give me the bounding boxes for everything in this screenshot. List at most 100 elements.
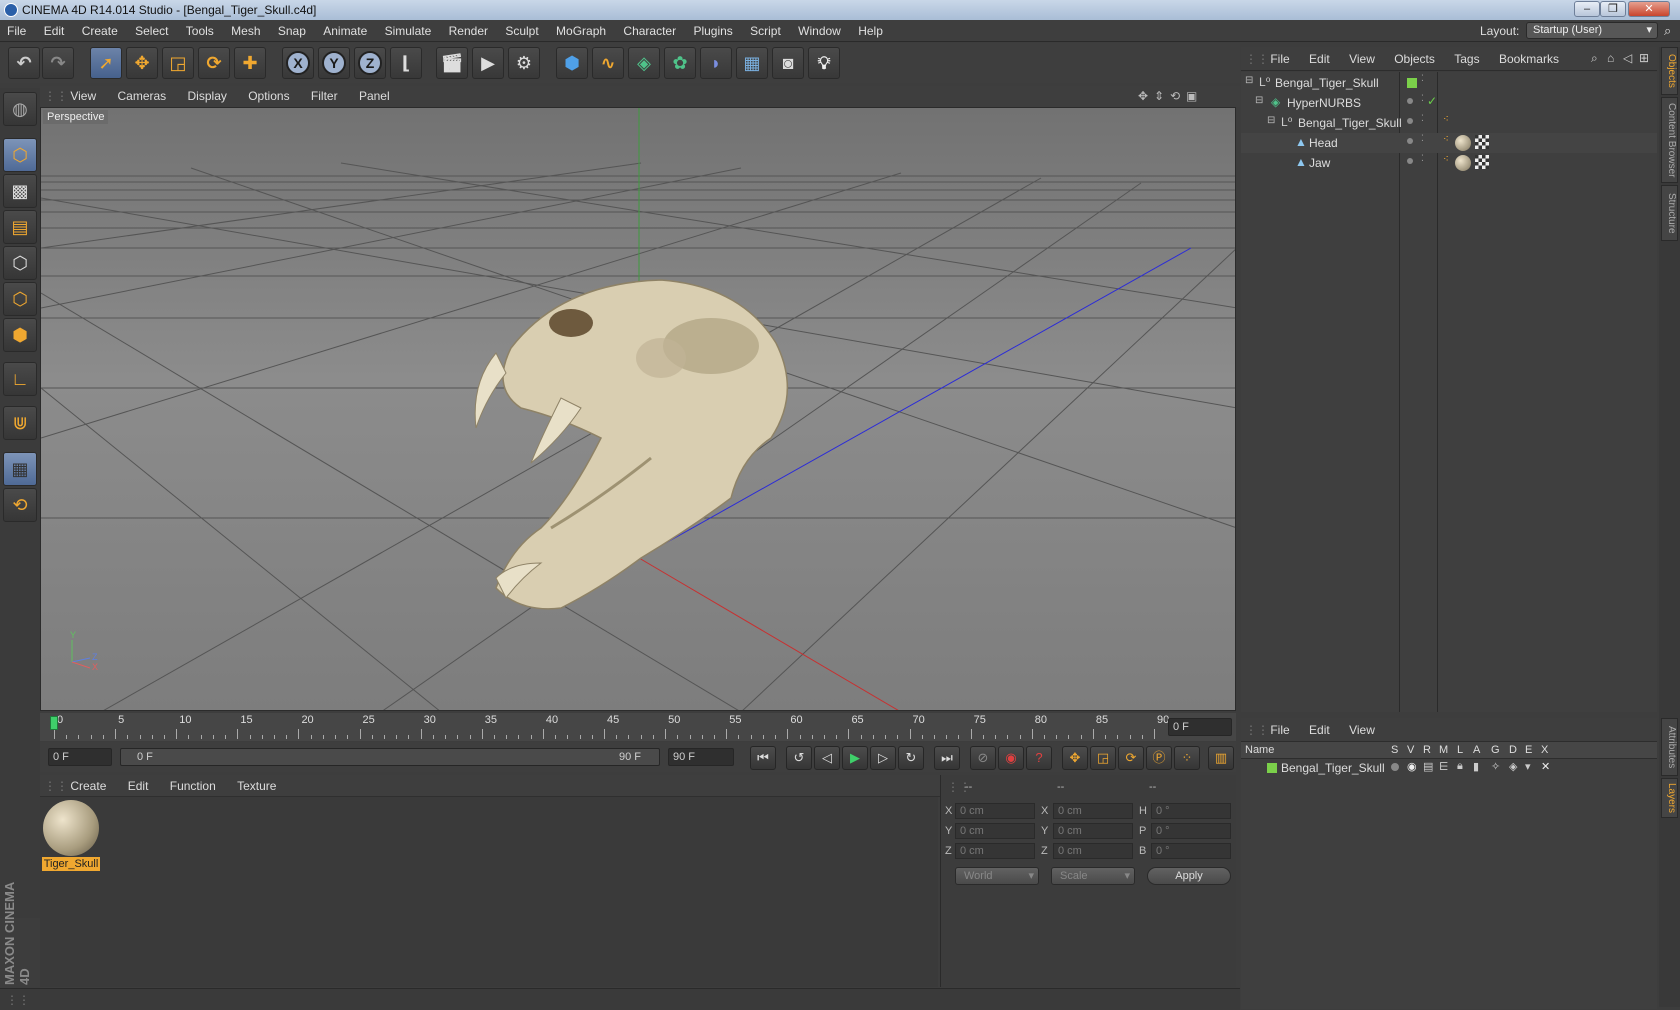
add-environment-button[interactable]: ▦ [736, 47, 768, 79]
size-x-field[interactable]: 0 cm [1053, 803, 1133, 819]
current-frame-field[interactable]: 0 F [1168, 718, 1232, 736]
search-icon[interactable]: ⌕ [1591, 51, 1598, 66]
menu-create[interactable]: Create [75, 20, 125, 42]
edges-mode-button[interactable]: ⬡ [3, 282, 37, 316]
key-rotation-button[interactable]: ⟳ [1118, 746, 1144, 770]
add-cube-button[interactable]: ⬢ [556, 47, 588, 79]
add-light-button[interactable]: 💡︎ [808, 47, 840, 79]
viewport-pan-icon[interactable]: ✥ [1138, 89, 1148, 103]
tree-row-skull-null[interactable]: ⊟ L⁰ Bengal_Tiger_Skull ⁚ ⁖ [1241, 113, 1657, 133]
menu-edit[interactable]: Edit [37, 20, 72, 42]
visibility-dots-icon[interactable]: ⁚ [1421, 133, 1424, 144]
add-camera-button[interactable]: ◙ [772, 47, 804, 79]
home-icon[interactable]: ⌂ [1607, 51, 1614, 65]
layers-menu-file[interactable]: File [1262, 718, 1297, 742]
column-xref[interactable]: X [1541, 744, 1548, 756]
column-locked[interactable]: L [1457, 744, 1463, 756]
z-axis-lock-button[interactable]: Z [354, 47, 386, 79]
back-icon[interactable]: ◁ [1623, 51, 1632, 65]
timeline-window-button[interactable]: ▥ [1208, 746, 1234, 770]
viewport-menu-panel[interactable]: Panel [350, 86, 399, 107]
tree-row-head[interactable]: ▲ Head ⁚ ⁖ [1241, 133, 1657, 153]
position-z-field[interactable]: 0 cm [955, 843, 1035, 859]
menu-window[interactable]: Window [791, 20, 848, 42]
add-mograph-button[interactable]: ✿ [664, 47, 696, 79]
tab-attributes[interactable]: Attributes [1661, 718, 1678, 776]
menu-render[interactable]: Render [442, 20, 495, 42]
viewport-menu-view[interactable]: View [61, 86, 105, 107]
rotation-b-field[interactable]: 0 ° [1151, 843, 1231, 859]
autokeying-button[interactable]: ◉ [998, 746, 1024, 770]
close-button[interactable]: ✕ [1628, 1, 1670, 17]
make-editable-button[interactable]: ◍ [3, 92, 37, 126]
rotation-h-field[interactable]: 0 ° [1151, 803, 1231, 819]
layout-dropdown[interactable]: Startup (User) ▾ [1526, 22, 1658, 39]
layer-color-swatch[interactable] [1267, 763, 1277, 773]
position-x-field[interactable]: 0 cm [955, 803, 1035, 819]
axis-mode-button[interactable]: ∟ [3, 362, 37, 396]
menu-select[interactable]: Select [128, 20, 175, 42]
menu-mesh[interactable]: Mesh [224, 20, 267, 42]
current-frame-marker[interactable] [50, 716, 58, 730]
objects-menu-view[interactable]: View [1341, 47, 1383, 71]
column-solo[interactable]: S [1391, 744, 1398, 756]
material-menu-create[interactable]: Create [61, 775, 115, 797]
tab-content-browser[interactable]: Content Browser [1661, 97, 1678, 183]
next-key-button[interactable]: ↻ [898, 746, 924, 770]
points-mode-button[interactable]: ⬡ [3, 246, 37, 280]
render-to-picture-viewer-button[interactable]: ▶ [472, 47, 504, 79]
rotate-tool-button[interactable]: ⟳ [198, 47, 230, 79]
film-icon[interactable]: ▤ [1423, 760, 1433, 773]
visibility-dot[interactable] [1407, 118, 1413, 124]
key-pla-button[interactable]: ⁘ [1174, 746, 1200, 770]
viewport-menu-options[interactable]: Options [239, 86, 298, 107]
objects-menu-edit[interactable]: Edit [1301, 47, 1338, 71]
menu-help[interactable]: Help [851, 20, 890, 42]
add-spline-button[interactable]: ∿ [592, 47, 624, 79]
column-manager[interactable]: M [1439, 744, 1448, 756]
tab-objects[interactable]: Objects [1661, 47, 1678, 95]
undo-button[interactable]: ↶ [8, 47, 40, 79]
visibility-dot[interactable] [1407, 98, 1413, 104]
viewport-orbit-icon[interactable]: ⟲ [1170, 89, 1180, 103]
column-render[interactable]: R [1423, 744, 1431, 756]
menu-simulate[interactable]: Simulate [378, 20, 439, 42]
visibility-dots-icon[interactable]: ⁚ [1421, 153, 1424, 164]
menu-tools[interactable]: Tools [179, 20, 221, 42]
y-axis-lock-button[interactable]: Y [318, 47, 350, 79]
coordinate-system-button[interactable]: ⌊ [390, 47, 422, 79]
previous-frame-button[interactable]: ◁ [814, 746, 840, 770]
render-view-button[interactable]: 🎬︎ [436, 47, 468, 79]
layer-row[interactable]: Bengal_Tiger_Skull ◉ ▤ ⋿ 🔒︎ ▮ ✧ ◈ ▾ ✕ [1241, 759, 1657, 777]
objects-menu-tags[interactable]: Tags [1446, 47, 1487, 71]
minimize-button[interactable]: – [1574, 1, 1600, 17]
coordinate-space-select[interactable]: World ▾ [955, 867, 1039, 885]
viewport-maximize-icon[interactable]: ▣ [1186, 89, 1197, 103]
end-frame-field[interactable]: 90 F [668, 748, 734, 766]
material-menu-texture[interactable]: Texture [228, 775, 285, 797]
recent-tool-button[interactable]: ✚ [234, 47, 266, 79]
start-frame-field[interactable]: 0 F [48, 748, 112, 766]
apply-button[interactable]: Apply [1147, 867, 1231, 885]
coordinate-mode-select[interactable]: Scale ▾ [1051, 867, 1135, 885]
size-z-field[interactable]: 0 cm [1053, 843, 1133, 859]
texture-mode-button[interactable]: ▩ [3, 174, 37, 208]
material-tag-icon[interactable] [1455, 135, 1471, 151]
maximize-button[interactable]: ❐ [1600, 1, 1626, 17]
workplane-mode-button[interactable]: ▤ [3, 210, 37, 244]
collapse-icon[interactable]: ⊟ [1245, 75, 1253, 86]
phong-tag-icon[interactable]: ⁖ [1443, 154, 1449, 165]
eye-icon[interactable]: ◉ [1407, 760, 1417, 773]
previous-key-button[interactable]: ↺ [786, 746, 812, 770]
menu-snap[interactable]: Snap [271, 20, 313, 42]
column-visible[interactable]: V [1407, 744, 1414, 756]
live-selection-button[interactable]: ➚ [90, 47, 122, 79]
tree-row-root[interactable]: ⊟ L⁰ Bengal_Tiger_Skull ⁚ [1241, 73, 1657, 93]
material-menu-edit[interactable]: Edit [119, 775, 158, 797]
tab-structure[interactable]: Structure [1661, 185, 1678, 241]
new-window-icon[interactable]: ⊞ [1639, 51, 1649, 65]
rotation-p-field[interactable]: 0 ° [1151, 823, 1231, 839]
keyframe-selection-button[interactable]: ? [1026, 746, 1052, 770]
position-y-field[interactable]: 0 cm [955, 823, 1035, 839]
collapse-icon[interactable]: ⊟ [1267, 115, 1275, 126]
